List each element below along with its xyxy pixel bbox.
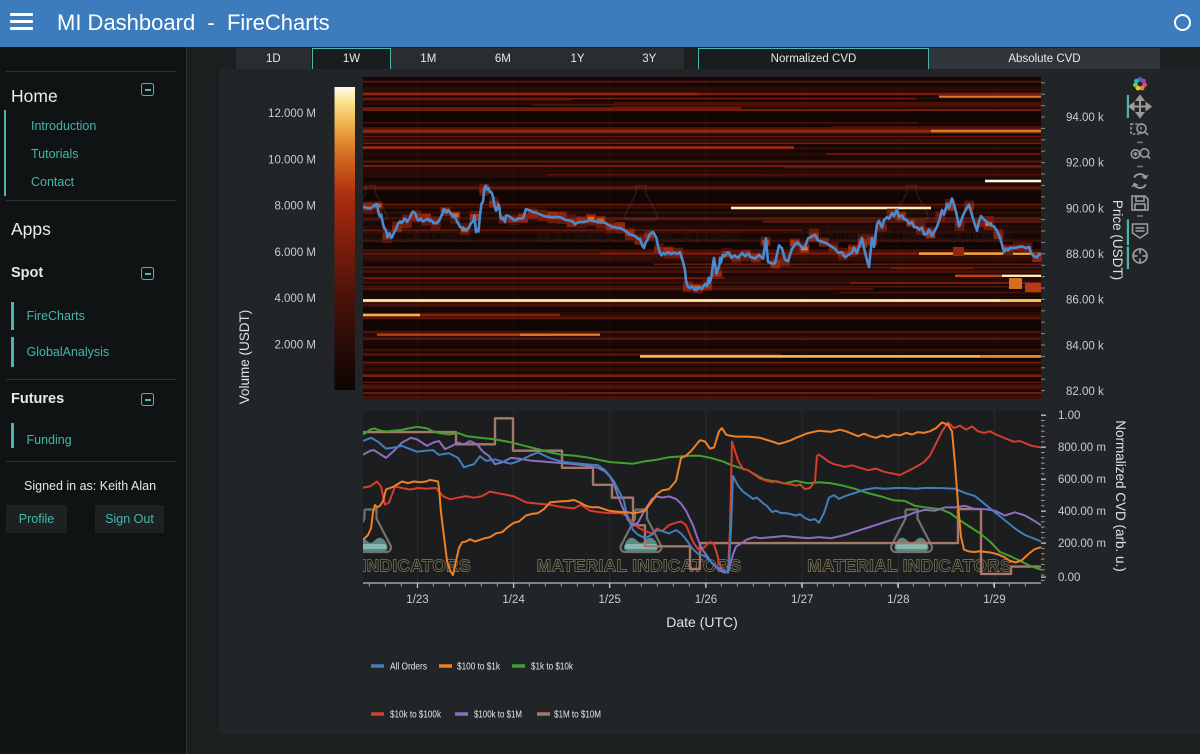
svg-text:1/28: 1/28 (887, 594, 909, 606)
svg-text:1/26: 1/26 (695, 594, 717, 606)
svg-text:0.00: 0.00 (1058, 572, 1080, 584)
svg-text:$1k to $10k: $1k to $10k (531, 661, 574, 673)
svg-text:82.00 k: 82.00 k (1066, 386, 1104, 398)
svg-text:92.00 k: 92.00 k (1066, 158, 1104, 170)
svg-text:MATERIAL INDICATORS: MATERIAL INDICATORS (807, 226, 1012, 246)
svg-text:94.00 k: 94.00 k (1066, 112, 1104, 124)
svg-text:$100 to $1k: $100 to $1k (457, 661, 501, 673)
svg-text:1/24: 1/24 (502, 594, 525, 606)
svg-text:$1M to $10M: $1M to $10M (554, 709, 601, 721)
svg-text:1/29: 1/29 (983, 594, 1005, 606)
svg-text:$100k to $1M: $100k to $1M (474, 709, 522, 721)
svg-text:1/25: 1/25 (599, 594, 621, 606)
svg-text:1/27: 1/27 (791, 594, 813, 606)
svg-text:MATERIAL INDICATORS: MATERIAL INDICATORS (537, 556, 742, 576)
svg-text:400.00 m: 400.00 m (1058, 506, 1106, 518)
svg-text:600.00 m: 600.00 m (1058, 474, 1106, 486)
svg-text:Price (USDT): Price (USDT) (1110, 200, 1125, 280)
svg-text:10.000 M: 10.000 M (268, 154, 316, 166)
svg-text:Date (UTC): Date (UTC) (666, 614, 738, 630)
svg-text:Volume (USDT): Volume (USDT) (237, 310, 252, 405)
svg-text:4.000 M: 4.000 M (274, 293, 316, 305)
svg-text:MATERIAL INDICATORS: MATERIAL INDICATORS (537, 226, 742, 246)
svg-text:2.000 M: 2.000 M (274, 340, 316, 352)
svg-text:86.00 k: 86.00 k (1066, 295, 1104, 307)
svg-text:88.00 k: 88.00 k (1066, 249, 1104, 261)
svg-text:12.000 M: 12.000 M (268, 108, 316, 120)
svg-text:6.000 M: 6.000 M (274, 247, 316, 259)
svg-text:All Orders: All Orders (390, 661, 427, 673)
svg-text:1/23: 1/23 (406, 594, 428, 606)
svg-text:Normalized CVD (arb. u.): Normalized CVD (arb. u.) (1113, 420, 1128, 572)
svg-text:200.00 m: 200.00 m (1058, 538, 1106, 550)
svg-text:90.00 k: 90.00 k (1066, 203, 1104, 215)
svg-text:1.00: 1.00 (1058, 410, 1080, 422)
svg-text:84.00 k: 84.00 k (1066, 340, 1104, 352)
svg-text:$10k to $100k: $10k to $100k (390, 709, 442, 721)
svg-text:8.000 M: 8.000 M (274, 201, 316, 213)
svg-text:800.00 m: 800.00 m (1058, 442, 1106, 454)
